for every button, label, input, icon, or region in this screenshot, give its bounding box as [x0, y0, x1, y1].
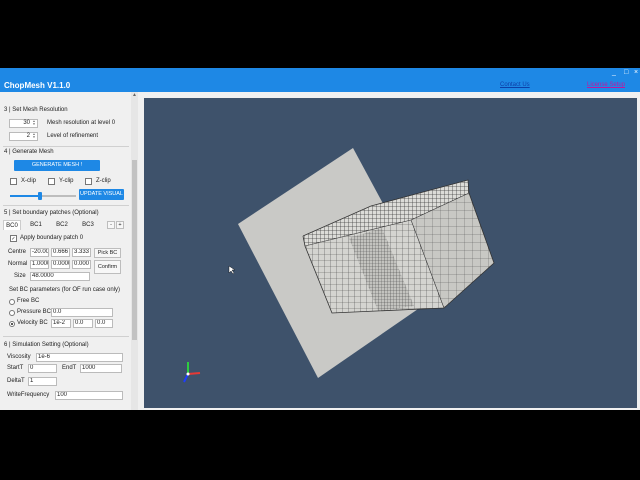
centre-z-input[interactable]: 3.333 [72, 248, 91, 257]
app-window: ChopMesh V1.1.0 _ □ × Contact Us License… [0, 68, 640, 410]
centre-label: Centre [8, 249, 27, 255]
bc-parameters-heading: Set BC parameters (for OF run case only) [9, 287, 121, 293]
add-bc-button[interactable]: + [116, 221, 124, 229]
delta-t-label: DeltaT [7, 378, 25, 384]
mesh-resolution-heading: 3 | Set Mesh Resolution [4, 107, 68, 113]
velocity-bc-label: Velocity BC [17, 320, 48, 326]
settings-panel[interactable]: 3 | Set Mesh Resolution 30 ▲ ▼ Mesh resol… [0, 92, 138, 410]
simulation-setting-heading: 6 | Simulation Setting (Optional) [4, 342, 89, 348]
license-setup-link[interactable]: License Setup [587, 82, 625, 88]
section-divider [3, 205, 129, 206]
tab-bc2[interactable]: BC2 [53, 220, 71, 230]
free-bc-label: Free BC [17, 298, 40, 304]
viscosity-input[interactable]: 1e-6 [36, 353, 123, 362]
mesh-viewport[interactable] [144, 98, 637, 408]
apply-patch-checkbox[interactable]: ✓ [10, 235, 17, 242]
tab-bc1[interactable]: BC1 [27, 220, 45, 230]
update-visual-button[interactable]: UPDATE VISUAL [79, 189, 124, 200]
remove-bc-button[interactable]: - [107, 221, 115, 229]
clip-slider[interactable] [10, 192, 76, 200]
scrollbar-thumb[interactable] [132, 160, 137, 340]
tab-bc3[interactable]: BC3 [79, 220, 97, 230]
apply-patch-label: Apply boundary patch 0 [20, 235, 84, 241]
y-clip-checkbox[interactable] [48, 178, 55, 185]
z-clip-checkbox[interactable] [85, 178, 92, 185]
size-input[interactable]: 48.0000 [30, 272, 90, 281]
centre-y-input[interactable]: 0.666 [51, 248, 70, 257]
velocity-x-input[interactable]: 1e-2 [51, 319, 71, 328]
spin-arrows-icon[interactable]: ▲ ▼ [31, 133, 37, 140]
velocity-y-input[interactable]: 0.0 [73, 319, 93, 328]
bc-tab-bar: BC0 BC1 BC2 BC3 - + [3, 220, 127, 230]
velocity-bc-radio[interactable] [9, 321, 15, 327]
level0-resolution-value: 30 [23, 120, 30, 126]
clip-slider-fill [10, 195, 40, 197]
free-bc-radio[interactable] [9, 299, 15, 305]
mouse-cursor-icon [228, 265, 236, 275]
write-frequency-input[interactable]: 100 [55, 391, 123, 400]
generate-mesh-button[interactable]: GENERATE MESH ! [14, 160, 100, 171]
confirm-button[interactable]: Confirm [94, 260, 121, 274]
section-divider [3, 146, 129, 147]
start-time-input[interactable]: 0 [28, 364, 57, 373]
pressure-bc-input[interactable]: 0.0 [51, 308, 113, 317]
viscosity-label: Viscosity [7, 354, 31, 360]
orientation-axes-icon [183, 362, 201, 383]
end-time-input[interactable]: 1000 [80, 364, 122, 373]
y-clip-label: Y-clip [59, 178, 74, 184]
mesh-scene [183, 148, 495, 383]
x-clip-checkbox[interactable] [10, 178, 17, 185]
panel-scrollbar[interactable]: ▲ [131, 92, 138, 410]
pressure-bc-radio[interactable] [9, 310, 15, 316]
centre-x-input[interactable]: -20.00 [30, 248, 49, 257]
refinement-level-label: Level of refinement [47, 133, 99, 139]
delta-t-input[interactable]: 1 [28, 377, 57, 386]
generate-mesh-heading: 4 | Generate Mesh [4, 149, 54, 155]
normal-label: Normal [8, 261, 28, 267]
write-frequency-label: WriteFrequency [7, 392, 50, 398]
maximize-button[interactable]: □ [624, 69, 628, 77]
contact-us-link[interactable]: Contact Us [500, 82, 530, 88]
velocity-z-input[interactable]: 0.0 [95, 319, 113, 328]
level0-resolution-label: Mesh resolution at level 0 [47, 120, 116, 126]
pressure-bc-label: Pressure BC [17, 309, 52, 315]
start-time-label: StartT [7, 365, 24, 371]
x-clip-label: X-clip [21, 178, 37, 184]
spin-arrows-icon[interactable]: ▲ ▼ [31, 120, 37, 127]
tab-bc0[interactable]: BC0 [3, 220, 21, 230]
boundary-patches-heading: 5 | Set boundary patches (Optional) [4, 210, 99, 216]
app-title: ChopMesh V1.1.0 [4, 81, 71, 90]
normal-z-input[interactable]: 0.000 [72, 260, 91, 269]
end-time-label: EndT [62, 365, 77, 371]
level0-resolution-spinbox[interactable]: 30 ▲ ▼ [9, 119, 38, 128]
minimize-button[interactable]: _ [612, 69, 616, 77]
normal-x-input[interactable]: 1.0000 [30, 260, 49, 269]
size-label: Size [14, 273, 26, 279]
section-divider [3, 336, 129, 337]
z-clip-label: Z-clip [96, 178, 111, 184]
refinement-level-value: 2 [26, 133, 30, 139]
refinement-level-spinbox[interactable]: 2 ▲ ▼ [9, 132, 38, 141]
scroll-up-arrow-icon[interactable]: ▲ [131, 92, 138, 99]
pick-bc-button[interactable]: Pick BC [94, 248, 121, 258]
normal-y-input[interactable]: 0.0000 [51, 260, 70, 269]
clip-slider-handle[interactable] [37, 192, 42, 200]
close-button[interactable]: × [634, 69, 638, 77]
title-bar: ChopMesh V1.1.0 _ □ × Contact Us License… [0, 68, 640, 92]
